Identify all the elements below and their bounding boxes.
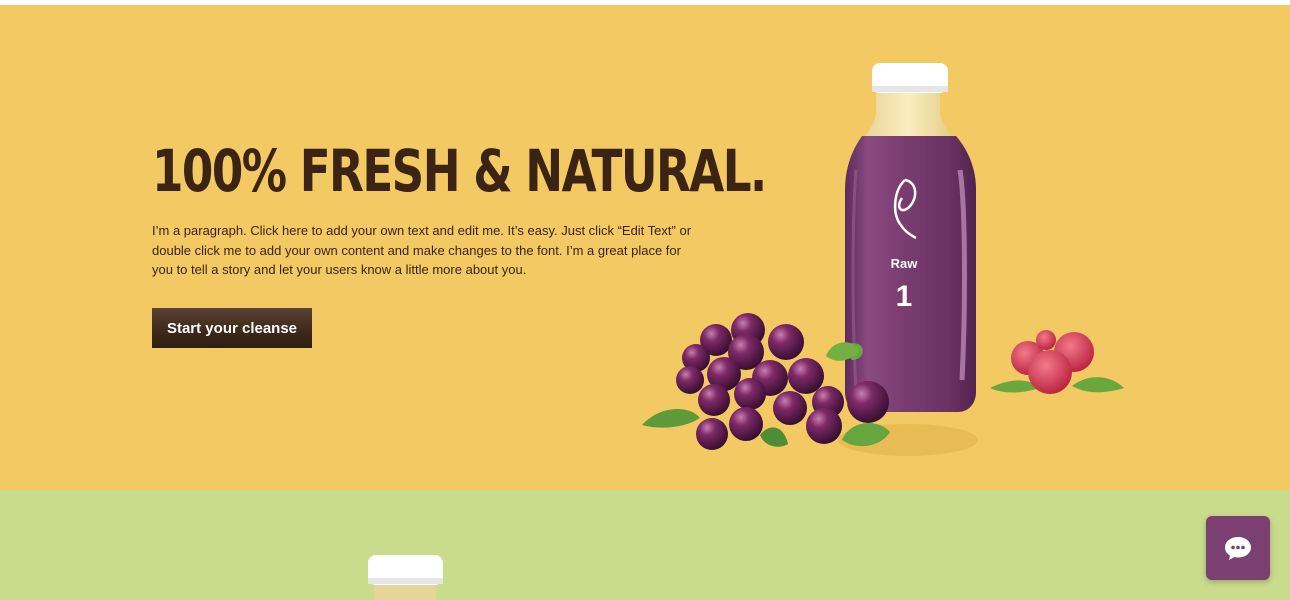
bottle-neck xyxy=(862,88,956,140)
hero-illustration: Raw 1 xyxy=(642,63,1124,456)
bottle-juice xyxy=(845,136,976,412)
chat-button[interactable] xyxy=(1206,516,1270,580)
second-bottle-illustration xyxy=(368,555,443,600)
chat-bubble-icon xyxy=(1225,537,1251,560)
secondary-section xyxy=(0,490,1290,600)
raspberries xyxy=(990,330,1124,394)
hero-section: 100% FRESH & NATURAL. I’m a paragraph. C… xyxy=(0,5,1290,490)
bottle-label: Raw xyxy=(891,256,919,271)
bottle-number: 1 xyxy=(896,280,913,313)
